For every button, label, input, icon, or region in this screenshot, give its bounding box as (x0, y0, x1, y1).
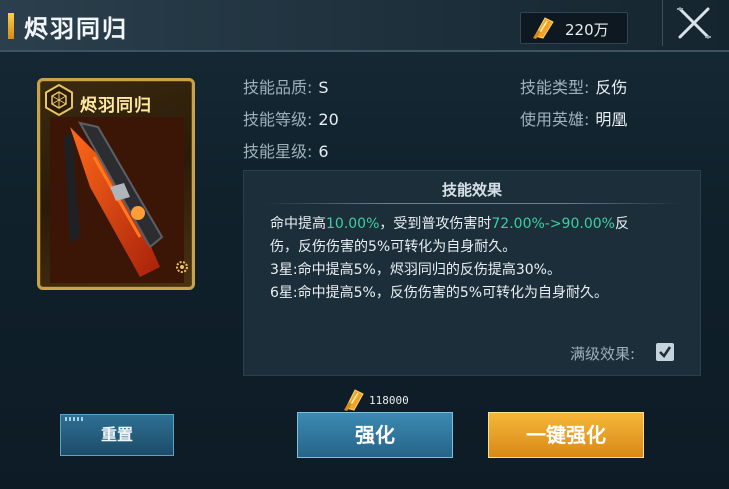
stat-quality-label: 技能品质: (243, 78, 313, 97)
button-decoration (65, 417, 85, 421)
max-effect-label: 满级效果: (570, 345, 636, 363)
stat-level-label: 技能等级: (243, 110, 313, 129)
effect-line-2: 伤，反伤伤害的5%可转化为自身耐久。 (270, 239, 517, 255)
effect-line-1: 命中提高10.00%，受到普攻伤害时72.00%->90.00%反 (270, 216, 629, 232)
stat-hero-label: 使用英雄: (520, 110, 590, 129)
stat-level: 技能等级: 20 (243, 106, 339, 130)
stat-star: 技能星级: 6 (243, 138, 329, 162)
effect-title: 技能效果 (441, 181, 502, 199)
stat-hero: 使用英雄: 明凰 (520, 106, 627, 130)
gear-icon (174, 259, 190, 279)
stat-quality: 技能品质: S (243, 74, 329, 98)
stat-type-value: 反伤 (595, 78, 628, 97)
effect-line-4: 6星:命中提高5%，反伤伤害的5%可转化为自身耐久。 (270, 285, 609, 301)
one-key-enhance-label: 一键强化 (526, 423, 606, 447)
stat-star-label: 技能星级: (243, 142, 313, 161)
effect-description: 命中提高10.00%，受到普攻伤害时72.00%->90.00%反 伤，反伤伤害… (270, 213, 690, 305)
enhance-cost-value: 118000 (369, 394, 409, 407)
page-title: 烬羽同归 (24, 14, 128, 43)
stat-type-label: 技能类型: (520, 78, 590, 97)
effect-divider (264, 203, 682, 204)
skill-effect-box: 技能效果 命中提高10.00%，受到普攻伤害时72.00%->90.00%反 伤… (243, 170, 701, 376)
gold-feather-gem-icon (529, 16, 557, 44)
one-key-enhance-button[interactable]: 一键强化 (488, 412, 644, 458)
skill-card: 烬羽同归 (37, 78, 195, 290)
header-bar: 烬羽同归 220万 (0, 0, 729, 52)
weapon-art-icon (50, 117, 184, 287)
close-button[interactable] (662, 0, 725, 46)
check-icon (659, 346, 672, 358)
header-accent (8, 13, 14, 39)
reset-button[interactable]: 重置 (60, 414, 174, 456)
stat-quality-value: S (318, 78, 329, 97)
currency-value: 220万 (565, 21, 609, 39)
stat-type: 技能类型: 反伤 (520, 74, 627, 98)
reset-button-label: 重置 (100, 425, 133, 444)
effect-line-3: 3星:命中提高5%，烬羽同归的反伤提高30%。 (270, 262, 561, 278)
enhance-button[interactable]: 强化 (297, 412, 453, 458)
stat-hero-value: 明凰 (595, 110, 628, 129)
skill-detail-panel: 烬羽同归 220万 烬羽同归 技能品质: S 技能等级: 20 技能星级: 6 … (0, 0, 729, 489)
currency-display: 220万 (520, 12, 628, 44)
card-name: 烬羽同归 (80, 96, 152, 116)
hexagon-emblem-icon (42, 83, 76, 121)
stat-star-value: 6 (318, 142, 329, 161)
max-effect-checkbox[interactable] (656, 343, 674, 361)
stat-level-value: 20 (318, 110, 339, 129)
enhance-button-label: 强化 (355, 423, 395, 447)
